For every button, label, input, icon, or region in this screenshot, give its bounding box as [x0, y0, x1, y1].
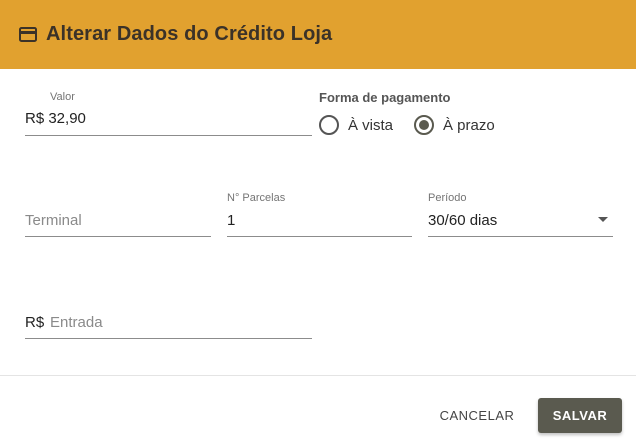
radio-a-vista[interactable]: À vista	[319, 115, 393, 135]
footer-divider	[0, 375, 636, 376]
valor-field[interactable]: Valor R$ 32,90	[25, 88, 312, 136]
terminal-underline	[25, 236, 211, 237]
chevron-down-icon[interactable]	[598, 217, 608, 222]
dialog-header: Alterar Dados do Crédito Loja	[0, 0, 636, 69]
parcelas-value[interactable]: 1	[227, 212, 235, 229]
valor-label: Valor	[50, 91, 75, 103]
valor-value[interactable]: R$ 32,90	[25, 110, 86, 127]
parcelas-underline	[227, 236, 412, 237]
terminal-placeholder[interactable]: Terminal	[25, 212, 82, 229]
entrada-prefix: R$	[25, 314, 45, 331]
entrada-underline	[25, 338, 312, 339]
periodo-underline	[428, 236, 613, 237]
radio-a-vista-label: À vista	[348, 116, 394, 134]
periodo-label: Período	[428, 192, 467, 204]
parcelas-label: N° Parcelas	[227, 192, 286, 204]
radio-a-prazo-circle[interactable]	[414, 115, 434, 135]
save-button[interactable]: SALVAR	[538, 398, 622, 433]
forma-pagamento-label: Forma de pagamento	[319, 90, 451, 105]
radio-a-prazo[interactable]: À prazo	[414, 115, 495, 135]
radio-a-prazo-label: À prazo	[443, 116, 495, 134]
dialog-title: Alterar Dados do Crédito Loja	[46, 23, 333, 45]
valor-underline	[25, 135, 312, 136]
cancel-button[interactable]: CANCELAR	[432, 398, 522, 432]
radio-a-vista-circle[interactable]	[319, 115, 339, 135]
credit-card-icon	[19, 27, 37, 42]
parcelas-field[interactable]: N° Parcelas 1	[227, 190, 412, 238]
terminal-field[interactable]: Terminal	[25, 190, 211, 238]
entrada-field[interactable]: R$ Entrada	[25, 292, 312, 340]
periodo-value[interactable]: 30/60 dias	[428, 212, 497, 229]
periodo-select[interactable]: Período 30/60 dias	[428, 190, 613, 238]
entrada-placeholder[interactable]: Entrada	[50, 314, 103, 331]
